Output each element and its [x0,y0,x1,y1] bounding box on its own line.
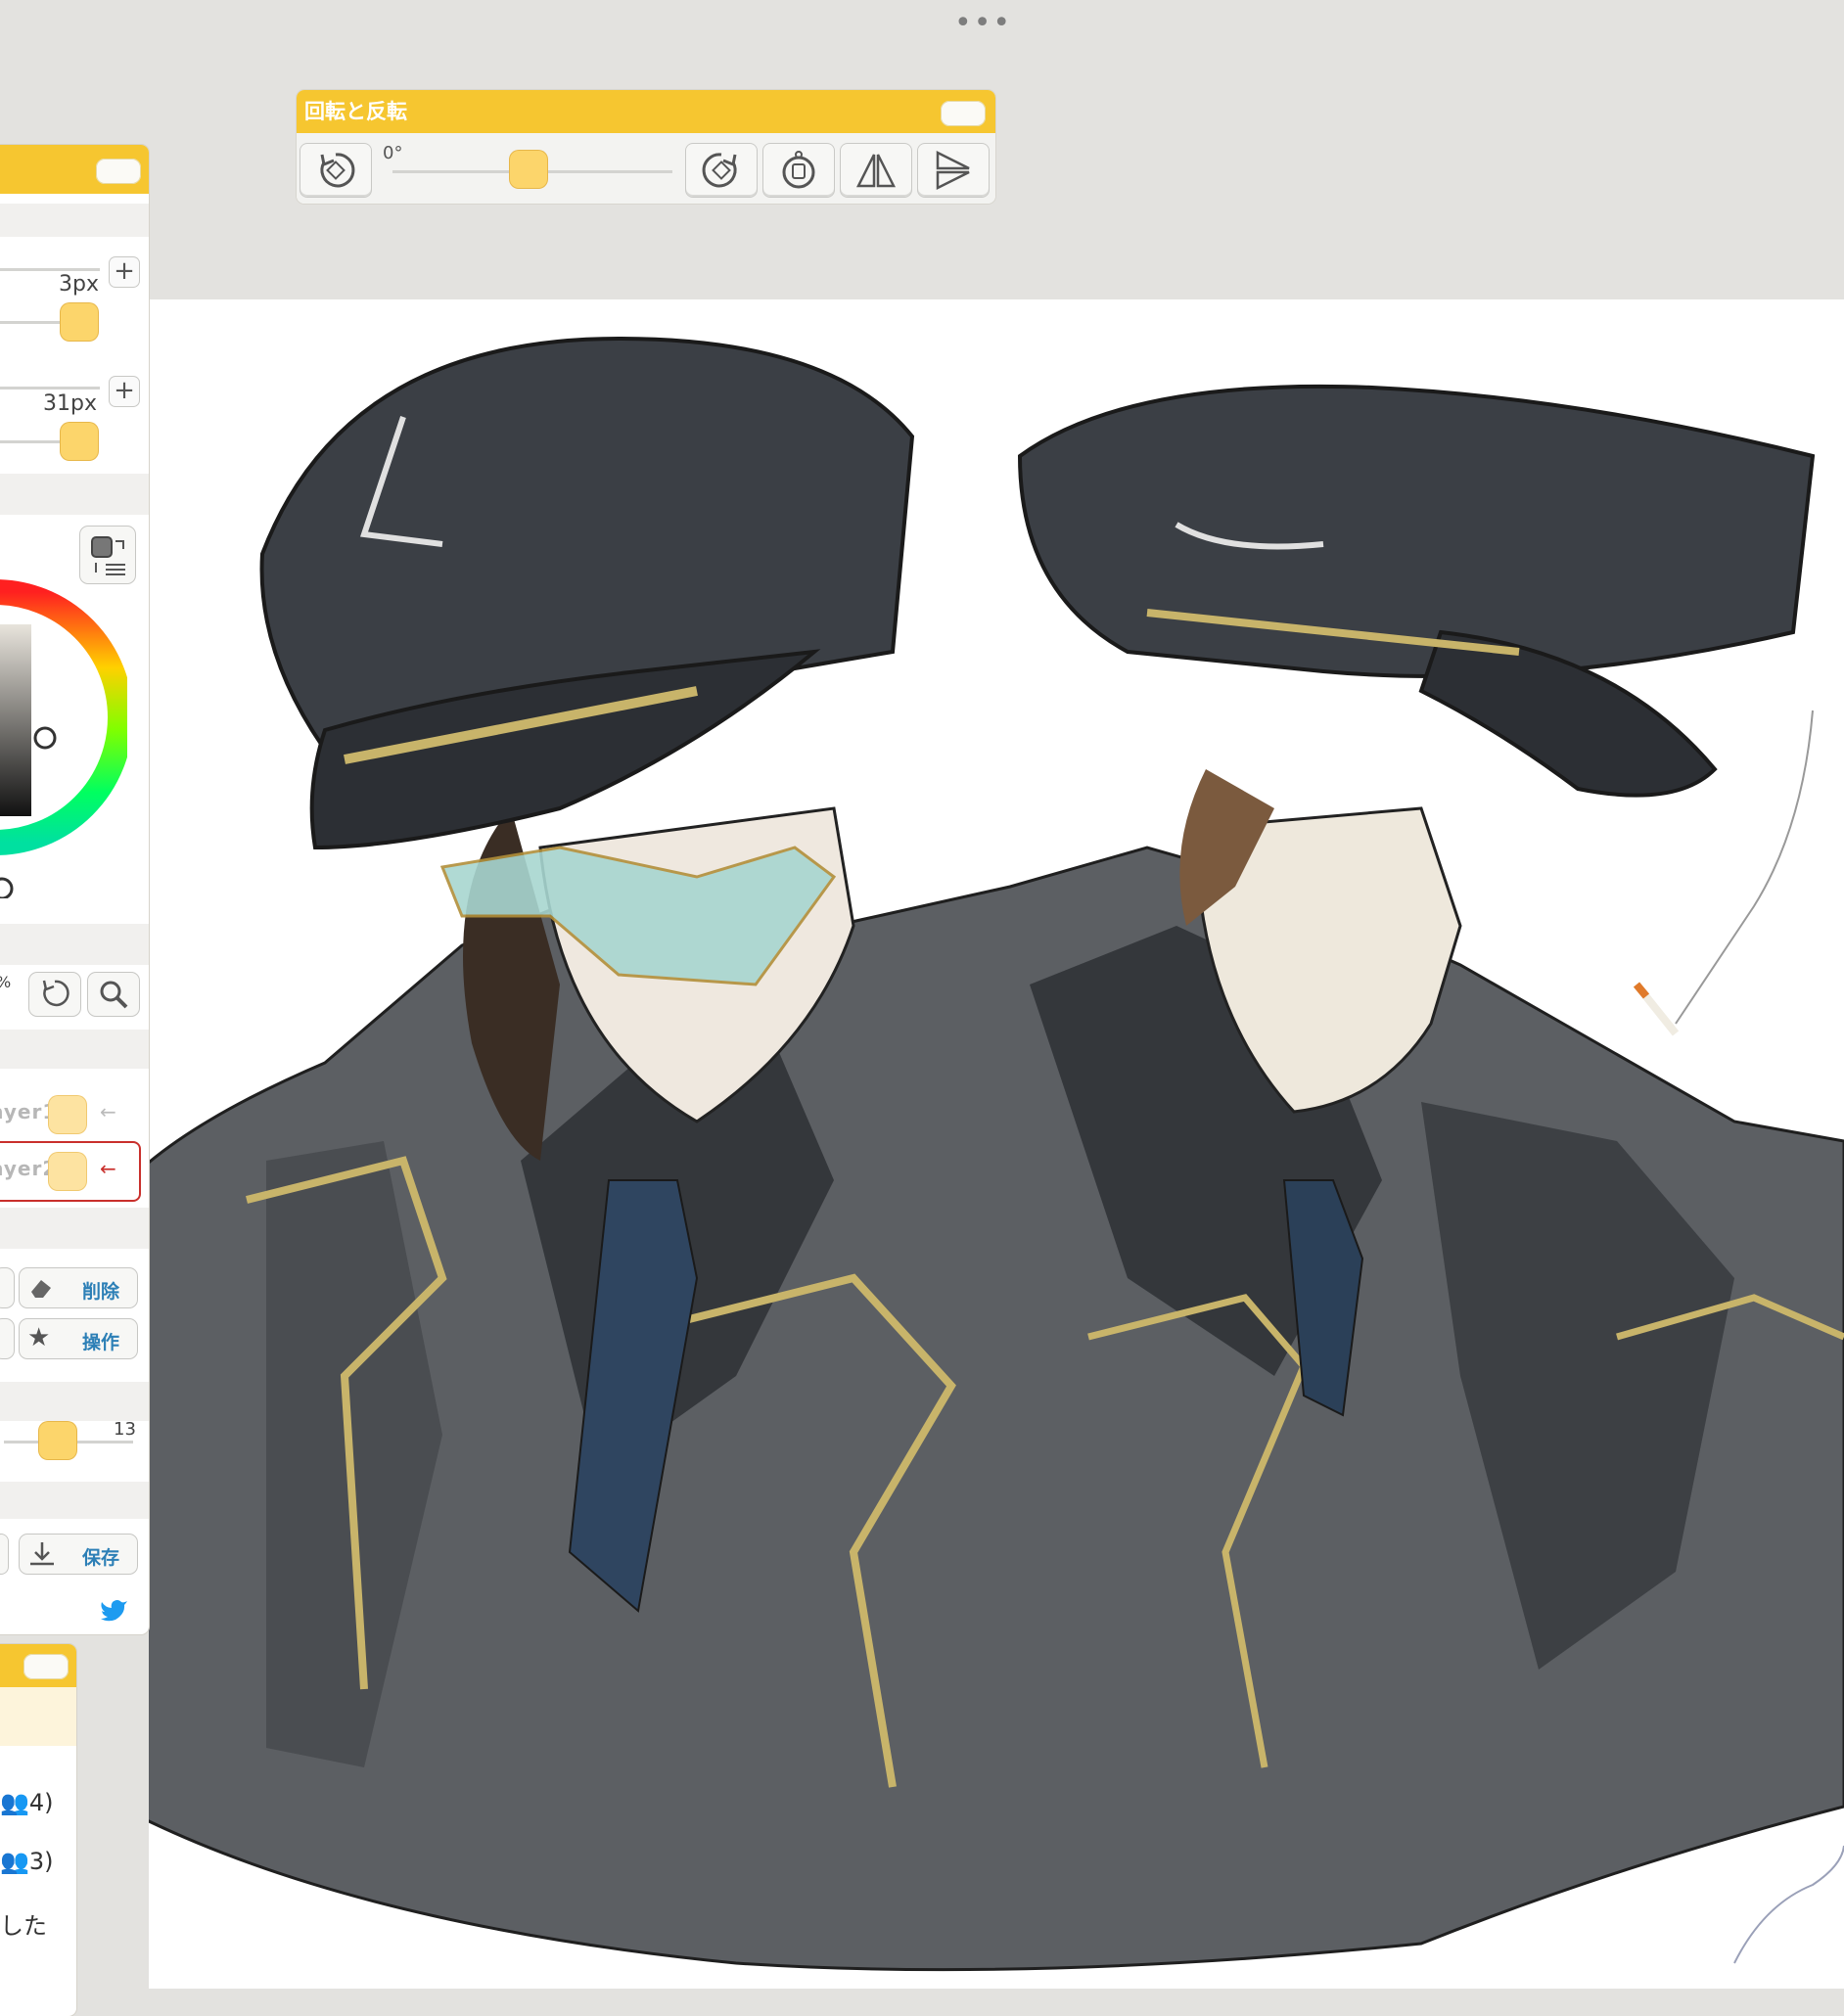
download-icon [30,1542,54,1566]
rotate-left-button[interactable] [300,144,371,197]
file-section-band [0,1482,149,1519]
rotate-panel-body: 0° [297,133,995,204]
brush-size-label: 3px [59,272,99,297]
tool-panel-collapse-button[interactable] [96,159,141,184]
chat-line-1: 👥4) [0,1789,54,1816]
edit-button-partial[interactable] [0,1268,14,1307]
flip-vertical-button[interactable] [918,144,989,197]
tool-panel: + 3px + 31px yer1 ← yer2 ← 削除 ★ 操作 13 保存 [0,145,149,1634]
reset-rotation-button[interactable] [763,144,834,197]
opacity-slider-knob[interactable] [39,1422,76,1459]
zoom-button[interactable] [88,973,139,1016]
brush-section-band [0,204,149,237]
twitter-icon[interactable] [100,1597,129,1623]
opacity-section-band [0,1382,149,1421]
rotate-flip-panel: 回転と反転 0° [297,90,995,204]
tool-panel-header [0,145,149,194]
rotate-panel-title: 回転と反転 [304,100,407,123]
plus-icon: + [114,376,135,405]
reset-rotation-icon [782,151,815,189]
chat-panel: 👥4) 👥3) した [0,1644,76,2016]
plus-icon: + [114,256,135,286]
color-swap-button[interactable] [80,527,135,583]
layer-row-2-active[interactable]: ayer2 ← [0,1143,139,1200]
brush-size2-track-2[interactable] [0,440,61,443]
brush-size2-plus-button[interactable]: + [110,377,139,406]
chat-line-3: した [0,1912,47,1940]
edit-section-band [0,1208,149,1249]
flip-vertical-icon [936,150,970,191]
rotation-angle-label: 0° [383,143,403,163]
eraser-icon [31,1280,51,1298]
brush-size-track-2[interactable] [0,321,61,324]
chat-panel-collapse-button[interactable] [23,1654,69,1679]
delete-button[interactable]: 削除 [20,1268,137,1307]
chat-panel-header [0,1644,76,1687]
rotation-slider-knob[interactable] [510,151,547,188]
undo-view-button[interactable] [29,973,80,1016]
rotate-right-icon [702,153,737,188]
hue-picker[interactable] [33,726,57,750]
flip-horizontal-button[interactable] [841,144,911,197]
layer-1-thumbnail[interactable] [49,1096,86,1133]
brush-size2-label: 31px [43,391,97,416]
arrow-left-icon[interactable]: ← [100,1157,116,1180]
rotate-panel-collapse-button[interactable] [941,101,986,126]
rotate-right-button[interactable] [686,144,757,197]
layer-section-band [0,1030,149,1069]
layer-2-thumbnail[interactable] [49,1153,86,1190]
brush-size-track-1[interactable] [0,268,100,271]
brush-size-plus-button[interactable]: + [110,257,139,287]
save-label: 保存 [81,1547,119,1569]
star-icon: ★ [27,1323,51,1352]
edit-button-partial-2[interactable] [0,1319,14,1358]
color-section-band [0,474,149,515]
brush-size2-track-1[interactable] [0,387,100,389]
undo-icon [42,980,69,1007]
operate-label: 操作 [81,1332,119,1353]
drawing-canvas[interactable] [149,299,1844,1989]
chat-line-2: 👥3) [0,1848,54,1875]
artwork [149,336,1844,1972]
operate-button[interactable]: ★ 操作 [20,1319,137,1358]
zoom-percent-fragment: % [0,973,11,991]
rotate-left-icon [320,153,355,188]
layer-row-1[interactable]: ayer1 ← [0,1086,139,1143]
color-wheel[interactable] [0,536,127,898]
color-swap-icon [91,536,125,575]
zoom-icon [100,981,128,1009]
chat-panel-cream-band [0,1687,76,1746]
opacity-value: 13 [114,1419,136,1440]
more-dots-icon[interactable]: ••• [954,9,1012,38]
flip-horizontal-icon [855,154,897,188]
arrow-left-icon[interactable]: ← [100,1100,116,1123]
file-button-partial[interactable] [0,1535,8,1574]
save-button[interactable]: 保存 [20,1535,137,1574]
sv-picker[interactable] [0,877,14,898]
view-section-band [0,924,149,965]
brush-size-knob[interactable] [61,303,98,341]
brush-size2-knob[interactable] [61,423,98,460]
rotate-panel-header: 回転と反転 [297,90,995,133]
delete-label: 削除 [81,1281,119,1303]
